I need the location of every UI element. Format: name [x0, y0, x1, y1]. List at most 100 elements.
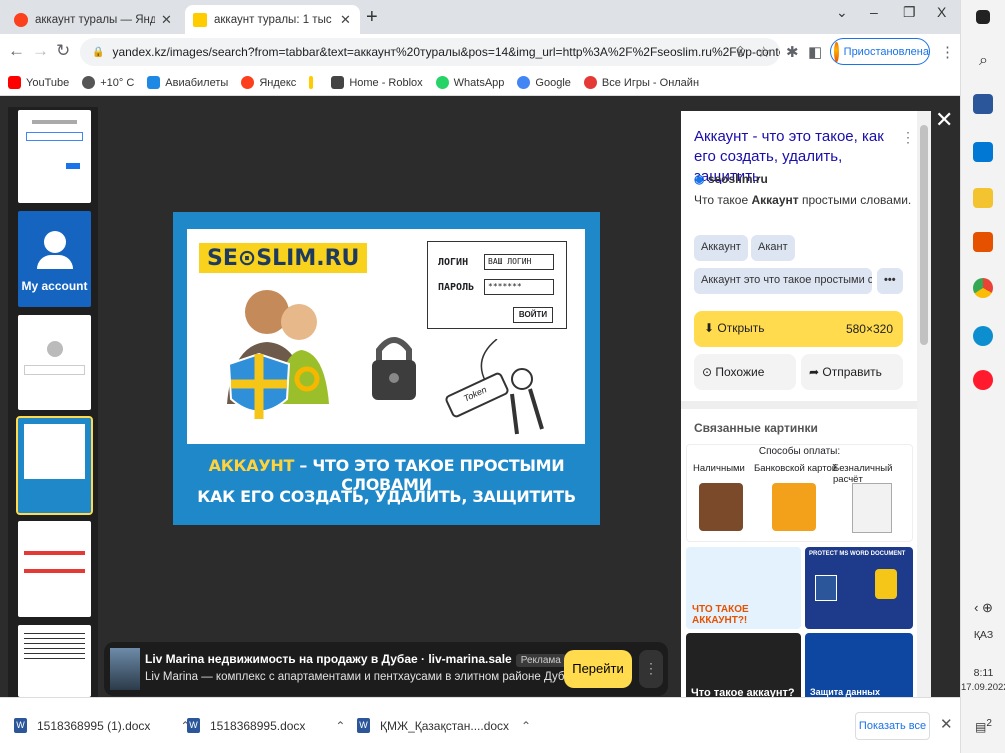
site-favicon-icon: ◉ [694, 172, 708, 186]
bookmark-label: Home - Roblox [349, 76, 423, 89]
forward-icon[interactable]: → [32, 41, 49, 61]
tag-chip[interactable]: Аккаунт [694, 235, 748, 261]
download-item[interactable]: W 1518368995 (1).docx ⌃ [14, 718, 190, 733]
notification-icon[interactable]: ▤2 [961, 718, 1005, 734]
store-icon[interactable] [973, 142, 993, 162]
chevron-up-icon[interactable]: ⌃ [521, 719, 531, 733]
related-image-word-protect[interactable]: PROTECT MS WORD DOCUMENT [805, 547, 913, 629]
lock-icon [875, 569, 897, 599]
password-value: ******* [484, 279, 554, 295]
minimize-button[interactable]: – [870, 4, 878, 20]
image-favicon-icon [193, 12, 207, 27]
close-viewer-icon[interactable]: ✕ [935, 107, 953, 133]
back-icon[interactable]: ← [8, 41, 25, 61]
tray-chevron-icon[interactable]: ‹ ⊕ [961, 600, 1005, 616]
clock-time[interactable]: 8:11 [961, 667, 1005, 679]
restore-button[interactable]: ❐ [903, 4, 916, 21]
download-item[interactable]: W 1518368995.docx ⌃ [187, 718, 345, 733]
thumbnail-google-account[interactable] [18, 315, 91, 410]
close-downloads-icon[interactable]: ✕ [940, 715, 953, 733]
bookmark-unnamed[interactable] [309, 76, 318, 89]
related-images-heading: Связанные картинки [694, 421, 818, 435]
thumbnail-form-guide[interactable] [18, 521, 91, 617]
close-tab-icon[interactable]: ✕ [161, 12, 172, 28]
main-image[interactable]: SE⊙SLIM.RU ЛОГИН ВАШ ЛОГИН ПАРОЛЬ ******… [173, 212, 600, 525]
open-image-button[interactable]: ⬇ Открыть 580×320 [694, 311, 903, 347]
reload-icon[interactable]: ↻ [56, 41, 70, 61]
share-icon[interactable]: ⇪ [734, 43, 747, 61]
notification-count: 2 [986, 718, 992, 729]
related-label: Защита данных [810, 687, 880, 697]
tag-chip[interactable]: Аккаунт это что такое простыми сл... [694, 268, 872, 294]
chrome-icon[interactable] [973, 278, 993, 298]
roblox-icon [331, 76, 345, 89]
panel-divider [681, 401, 917, 409]
bookmark-whatsapp[interactable]: WhatsApp [435, 76, 504, 89]
yandex-favicon-icon [14, 12, 28, 27]
tab-images-active[interactable]: аккаунт туралы: 1 тыс изображ ✕ [185, 5, 360, 34]
similar-icon: ⊙ [702, 365, 716, 379]
chevron-up-icon[interactable]: ⌃ [335, 719, 345, 733]
tag-chip[interactable]: Акант [751, 235, 795, 261]
share-button[interactable]: ➦ Отправить [801, 354, 903, 390]
bookmark-google[interactable]: Google [517, 76, 571, 89]
word-doc-icon: W [357, 718, 370, 733]
profile-button[interactable]: Приостановлена [830, 38, 930, 65]
bookmark-yandex[interactable]: Яндекс [241, 76, 296, 89]
folder-icon[interactable] [973, 188, 993, 208]
edge-icon[interactable] [973, 326, 993, 346]
bookmark-games[interactable]: Все Игры - Онлайн [583, 76, 699, 89]
related-image-account[interactable]: ЧТО ТАКОЕ АККАУНТ?! [686, 547, 801, 629]
thumbnail-my-account[interactable]: My account [18, 211, 91, 307]
new-tab-button[interactable]: + [366, 6, 378, 29]
tab-search-icon[interactable]: ⌄ [836, 4, 848, 21]
show-all-downloads-button[interactable]: Показать все [855, 712, 930, 740]
panel-menu-icon[interactable]: ⋮ [901, 129, 915, 146]
ad-banner[interactable]: Liv Marina недвижимость на продажу в Дуб… [104, 642, 668, 696]
login-form-illustration: ЛОГИН ВАШ ЛОГИН ПАРОЛЬ ******* ВОЙТИ [427, 241, 567, 329]
more-tags-button[interactable]: ••• [877, 268, 903, 294]
related-image-data-protection[interactable]: Защита данных [805, 633, 913, 697]
source-description: Что такое Аккаунт простыми словами. [694, 193, 911, 207]
related-image-payment[interactable]: Способы оплаты: Наличными Банковской кар… [686, 444, 913, 542]
scrollbar-thumb[interactable] [920, 125, 928, 345]
image-illustration: SE⊙SLIM.RU ЛОГИН ВАШ ЛОГИН ПАРОЛЬ ******… [187, 229, 585, 444]
bookmark-youtube[interactable]: YouTube [8, 76, 69, 89]
panel-scrollbar[interactable] [917, 111, 931, 697]
extensions-icon[interactable]: ✱ [786, 43, 799, 61]
usb-token-keys-icon [445, 339, 544, 435]
clock-date[interactable]: 17.09.2022 [961, 682, 1005, 693]
source-site[interactable]: ◉ seoslim.ru [694, 172, 768, 186]
ad-more-button[interactable]: ⋮ [639, 650, 663, 688]
windows-start-icon[interactable] [976, 10, 990, 24]
menu-kebab-icon[interactable]: ⋮ [940, 43, 955, 61]
browser-toolbar: ← → ↻ 🔒 yandex.kz/images/search?from=tab… [0, 34, 960, 70]
site-name: seoslim.ru [707, 172, 768, 186]
bookmark-weather[interactable]: +10° C [82, 76, 134, 89]
invoice-icon [852, 483, 892, 533]
ad-go-button[interactable]: Перейти [564, 650, 632, 688]
similar-button[interactable]: ⊙ Похожие [694, 354, 796, 390]
thumbnail-strip[interactable]: My account [8, 107, 98, 697]
search-icon[interactable]: ⌕ [961, 52, 1005, 70]
bookmark-roblox[interactable]: Home - Roblox [331, 76, 423, 89]
bookmark-flights[interactable]: Авиабилеты [147, 76, 228, 89]
ad-title[interactable]: Liv Marina недвижимость на продажу в Дуб… [145, 652, 566, 667]
similar-label: Похожие [715, 365, 765, 379]
language-indicator[interactable]: ҚАЗ [961, 629, 1005, 641]
tab-yandex-search[interactable]: аккаунт туралы — Яндекс: наш ✕ [6, 5, 186, 34]
close-tab-icon[interactable]: ✕ [340, 12, 351, 28]
close-window-button[interactable]: X [937, 4, 946, 20]
caption-highlight: АККАУНТ [208, 456, 295, 475]
app-icon[interactable] [973, 232, 993, 252]
download-item[interactable]: W ҚМЖ_Қазақстан....docx ⌃ [357, 718, 531, 733]
word-taskbar-icon[interactable] [973, 94, 993, 114]
thumbnail-google-signin[interactable] [18, 110, 91, 203]
related-image-login[interactable]: Что такое аккаунт? [686, 633, 801, 697]
address-bar[interactable]: 🔒 yandex.kz/images/search?from=tabbar&te… [80, 38, 780, 66]
thumbnail-seoslim-selected[interactable] [16, 416, 93, 515]
bookmark-star-icon[interactable]: ☆ [757, 43, 770, 61]
opera-icon[interactable] [973, 370, 993, 390]
sidepanel-icon[interactable]: ◧ [808, 43, 822, 61]
thumbnail-article[interactable] [18, 625, 91, 697]
